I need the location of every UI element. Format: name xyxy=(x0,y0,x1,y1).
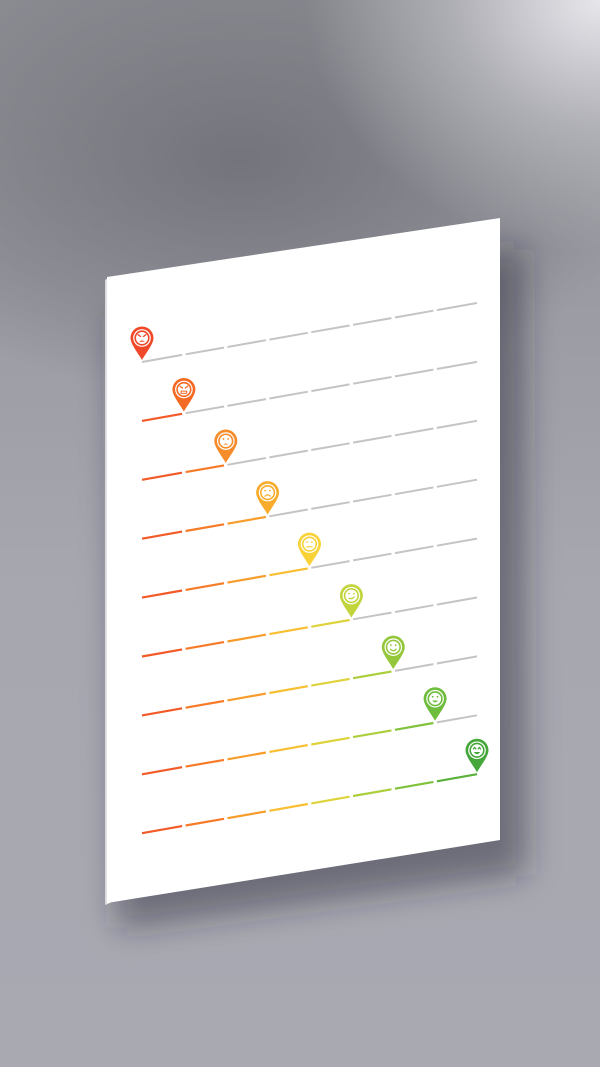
scene xyxy=(105,218,526,929)
sheet-face xyxy=(107,218,500,903)
paper-sheet xyxy=(105,218,500,905)
